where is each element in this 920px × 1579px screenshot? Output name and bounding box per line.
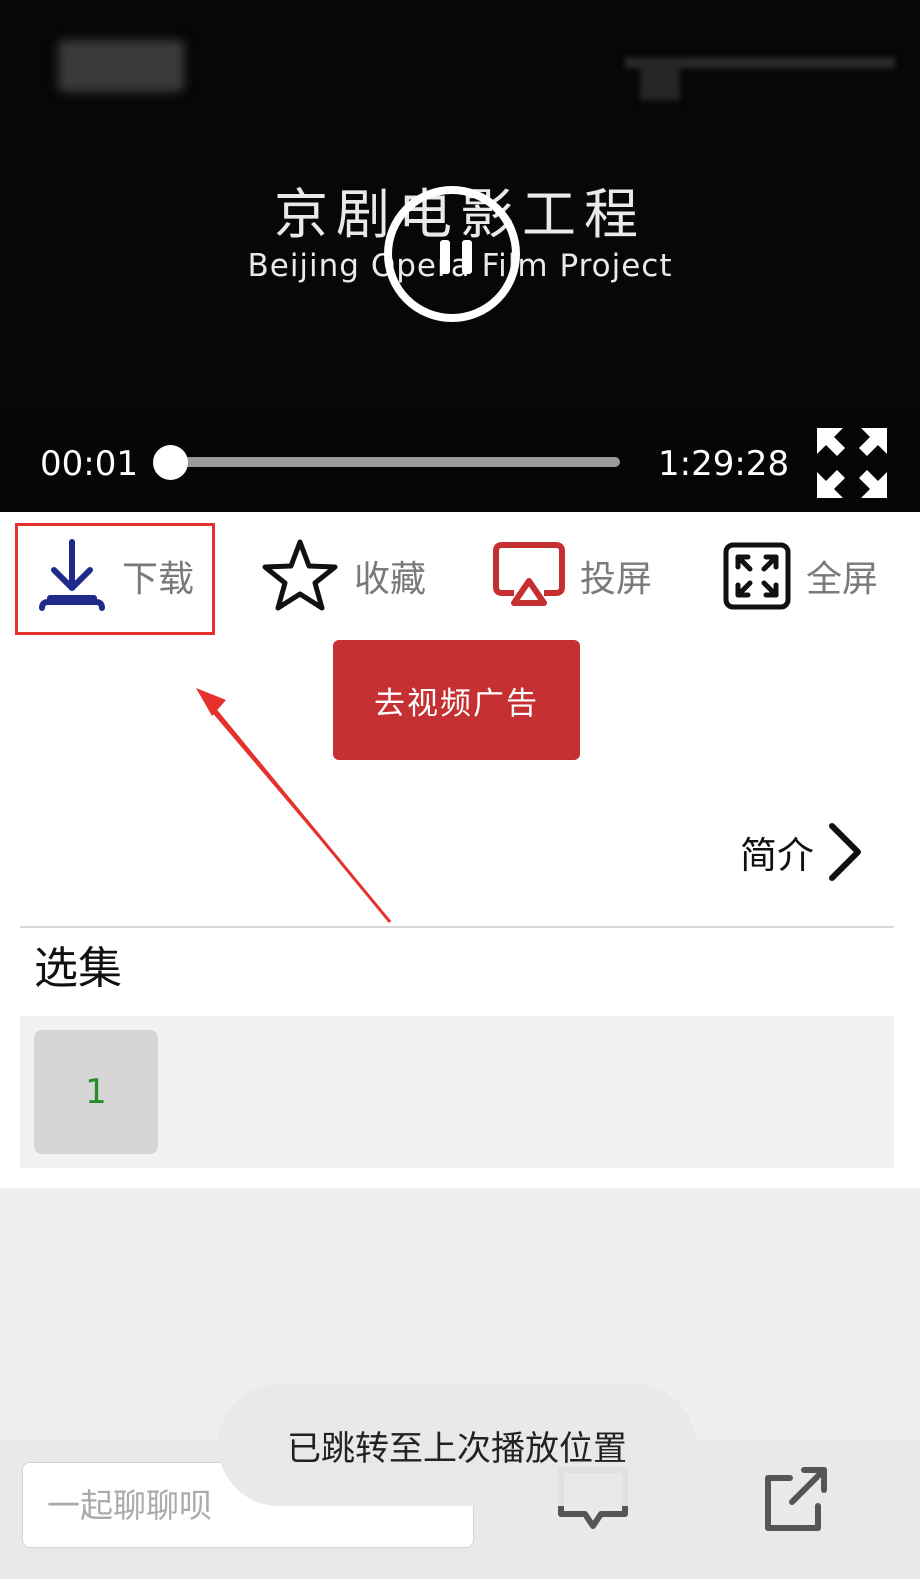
expand-icon [723,542,791,610]
chevron-right-icon [829,823,861,881]
remove-ads-button[interactable]: 去视频广告 [333,640,580,760]
favorite-label: 收藏 [354,559,427,600]
episode-list: 1 [20,1016,894,1168]
action-bar: 下载 收藏 投屏 全屏 [0,512,920,640]
progress-thumb[interactable] [153,445,188,480]
fullscreen-icon[interactable] [815,426,889,500]
video-frame[interactable]: 京剧电影工程 Beijing Opera Film Project [0,0,920,410]
blurred-watermark-block [640,64,680,100]
current-time: 00:01 [40,444,138,484]
cast-label: 投屏 [580,559,653,600]
download-label: 下载 [122,559,195,600]
progress-track[interactable] [170,457,620,467]
player-controls: 00:01 1:29:28 [0,410,920,512]
favorite-button[interactable]: 收藏 [260,512,426,640]
toast-message: 已跳转至上次播放位置 [218,1384,696,1506]
pause-icon-bar [462,240,472,274]
download-icon [39,539,105,611]
episode-item[interactable]: 1 [34,1030,158,1154]
intro-link[interactable]: 简介 [740,820,874,884]
duration-time: 1:29:28 [658,444,790,484]
cast-button[interactable]: 投屏 [492,512,652,640]
episodes-title: 选集 [34,943,122,994]
divider [20,926,894,928]
fullscreen-button[interactable]: 全屏 [722,512,878,640]
pause-icon [440,240,450,274]
star-icon [262,539,338,611]
video-player[interactable]: 京剧电影工程 Beijing Opera Film Project 00:01 … [0,0,920,512]
cast-icon [493,542,565,606]
fullscreen-label: 全屏 [806,559,879,600]
pause-button[interactable] [384,186,520,322]
download-button[interactable]: 下载 [36,512,194,640]
blurred-logo [58,40,184,92]
intro-label: 简介 [740,834,814,877]
share-icon[interactable] [760,1464,830,1534]
